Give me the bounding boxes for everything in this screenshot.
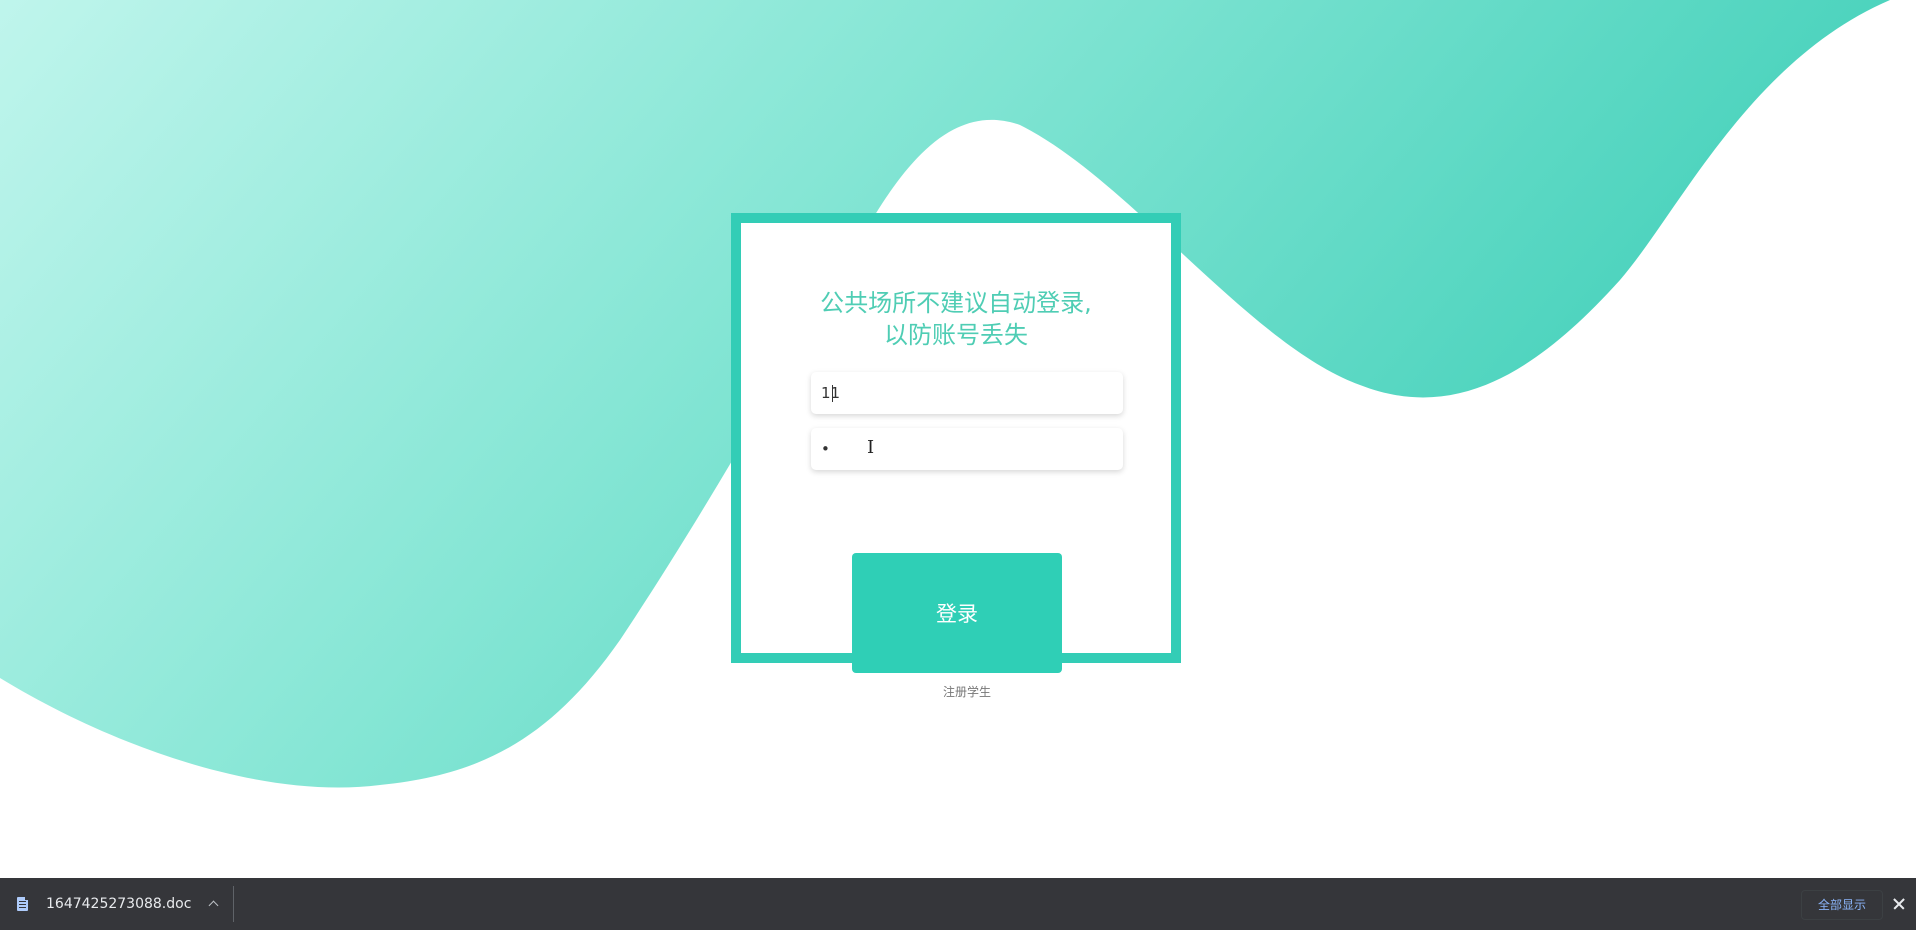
login-title-line-2: 以防账号丢失 (884, 321, 1028, 349)
show-all-downloads-button[interactable]: 全部显示 (1801, 890, 1883, 920)
text-cursor-icon: I (867, 437, 875, 458)
download-divider (233, 886, 234, 922)
text-caret (832, 385, 833, 402)
download-item[interactable]: 1647425273088.doc (0, 878, 233, 930)
doc-file-icon (17, 897, 28, 911)
chevron-up-icon[interactable] (202, 892, 226, 916)
page: 公共场所不建议自动登录, 以防账号丢失 I 登录 注册学生 1647425273… (0, 0, 1916, 930)
download-bar: 1647425273088.doc 全部显示 (0, 878, 1916, 930)
register-student-link[interactable]: 注册学生 (917, 683, 1017, 700)
download-filename: 1647425273088.doc (46, 896, 192, 912)
login-title: 公共场所不建议自动登录, 以防账号丢失 (741, 287, 1171, 351)
close-icon[interactable] (1888, 893, 1910, 915)
login-title-line-1: 公共场所不建议自动登录, (820, 289, 1092, 317)
username-input[interactable] (811, 372, 1123, 414)
login-button[interactable]: 登录 (852, 553, 1062, 673)
password-input[interactable] (811, 428, 1123, 470)
